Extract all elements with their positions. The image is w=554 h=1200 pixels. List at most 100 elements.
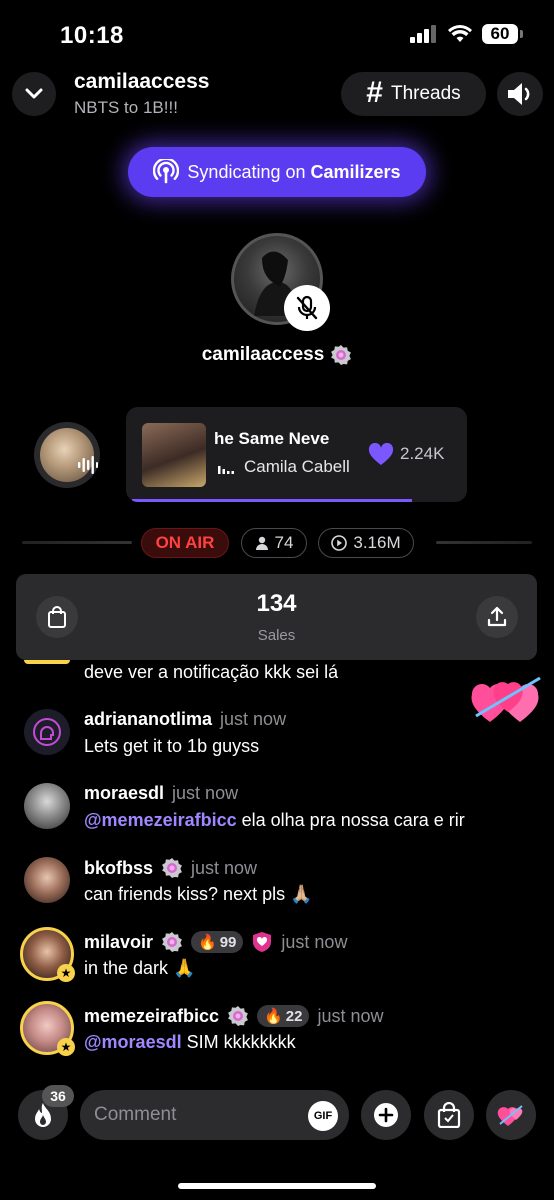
mic-off-icon xyxy=(296,295,318,320)
verified-icon xyxy=(228,1006,248,1026)
comment-avatar[interactable] xyxy=(24,857,70,903)
comment-header: memezeirafbicc 🔥 22 just now xyxy=(84,1005,384,1027)
sales-label: Sales xyxy=(257,627,296,644)
comment-text: in the dark 🙏 xyxy=(84,958,196,978)
comment-username[interactable]: moraesdl xyxy=(84,783,164,804)
comment-text: @moraesdl SIM kkkkkkkk xyxy=(84,1032,296,1053)
comment-header: milavoir 🔥 99 just now xyxy=(84,931,347,953)
comment-header: adriananotlima just now xyxy=(84,709,286,730)
divider-left xyxy=(22,541,132,544)
playback-progress-bar xyxy=(132,499,412,502)
comment-text: can friends kiss? next pls 🙏🏼 xyxy=(84,884,313,904)
space-title: NBTS to 1B!!! xyxy=(74,98,178,117)
mention-link[interactable]: @moraesdl xyxy=(84,1032,182,1052)
streak-count: 36 xyxy=(42,1085,74,1107)
wifi-icon xyxy=(448,25,472,42)
sales-bar: 134 Sales xyxy=(16,574,537,660)
host-name: camilaaccess xyxy=(74,70,210,93)
verified-icon xyxy=(162,932,182,952)
play-count-chip: 3.16M xyxy=(318,528,414,558)
comment-text: Lets get it to 1b guyss xyxy=(84,736,260,756)
speaker-icon xyxy=(508,83,530,105)
shop-bottom-button[interactable] xyxy=(424,1090,474,1140)
comment-avatar[interactable]: ★ xyxy=(20,1001,75,1056)
comment-username[interactable]: milavoir xyxy=(84,932,153,953)
verified-icon xyxy=(162,858,182,878)
comment-username[interactable]: memezeirafbicc xyxy=(84,1006,219,1027)
now-playing-card[interactable]: he Same Neve Camila Cabell 2.24K xyxy=(126,407,467,502)
comment-avatar-partial xyxy=(24,660,70,664)
host-label: camilaaccess xyxy=(0,344,554,366)
floating-hearts-icon xyxy=(471,676,541,722)
comment-username[interactable]: bkofbss xyxy=(84,858,153,879)
status-time: 10:18 xyxy=(60,22,124,49)
threads-label: Threads xyxy=(390,83,461,104)
home-indicator xyxy=(178,1183,376,1189)
head-icon xyxy=(33,718,61,746)
hearts-icon xyxy=(497,1105,523,1126)
heart-shield-icon xyxy=(253,932,272,952)
comment-header: bkofbss just now xyxy=(84,857,257,879)
sales-count: 134 xyxy=(256,590,297,617)
fire-badge: 🔥 22 xyxy=(257,1005,310,1027)
verified-icon xyxy=(331,345,352,365)
fire-count: 22 xyxy=(285,1007,303,1025)
song-artist: Camila Cabell xyxy=(244,457,350,476)
listener-count: 74 xyxy=(274,533,294,552)
star-icon: ★ xyxy=(57,964,75,982)
mention-link[interactable]: @memezeirafbicc xyxy=(84,810,237,830)
status-icons: 60 xyxy=(410,24,523,44)
sync-text: Syndicating on Camilizers xyxy=(187,161,401,182)
fire-icon: 🔥 xyxy=(198,934,217,951)
comment-body: SIM kkkkkkkk xyxy=(181,1032,296,1052)
syndicating-badge[interactable]: Syndicating on Camilizers xyxy=(128,147,426,197)
collapse-button[interactable] xyxy=(12,72,56,116)
cellular-signal-icon xyxy=(410,25,436,43)
share-icon xyxy=(487,606,507,627)
reaction-button[interactable] xyxy=(486,1090,536,1140)
fire-count: 99 xyxy=(219,933,237,951)
like-count: 2.24K xyxy=(400,444,445,463)
comment-avatar[interactable] xyxy=(24,783,70,829)
comment-time: just now xyxy=(191,857,258,878)
threads-button[interactable]: # Threads xyxy=(341,72,486,116)
shopping-bag-icon xyxy=(437,1102,461,1128)
equalizer-icon xyxy=(218,466,234,474)
comment-time: just now xyxy=(317,1005,384,1026)
comment-body: ela olha pra nossa cara e rir xyxy=(236,810,465,830)
comment-time: just now xyxy=(220,709,287,729)
muted-indicator xyxy=(284,285,330,331)
host-username: camilaaccess xyxy=(201,344,325,366)
comment-text: deve ver a notificação kkk sei lá xyxy=(84,662,339,682)
listener-avatar[interactable] xyxy=(34,422,100,488)
add-button[interactable] xyxy=(361,1090,411,1140)
star-icon: ★ xyxy=(57,1038,75,1056)
gif-button[interactable]: GIF xyxy=(308,1101,338,1131)
chevron-down-icon xyxy=(25,88,43,99)
comment-header: moraesdl just now xyxy=(84,783,238,804)
listener-count-chip[interactable]: 74 xyxy=(241,528,307,558)
hash-icon: # xyxy=(366,76,383,109)
comment-text: @memezeirafbicc ela olha pra nossa cara … xyxy=(84,810,465,831)
comment-username[interactable]: adriananotlima xyxy=(84,709,212,730)
heart-icon[interactable] xyxy=(368,443,394,467)
audio-wave-icon xyxy=(78,456,98,474)
battery-indicator: 60 xyxy=(482,24,523,44)
comment-time: just now xyxy=(281,931,348,952)
song-title: he Same Neve xyxy=(214,429,330,448)
comment-avatar[interactable]: ★ xyxy=(20,927,75,982)
comment-time: just now xyxy=(172,783,239,803)
comment-avatar[interactable] xyxy=(24,709,70,755)
fire-icon: 🔥 xyxy=(264,1008,283,1025)
podcast-icon xyxy=(153,159,180,184)
play-icon xyxy=(331,535,348,551)
share-button[interactable] xyxy=(476,596,518,638)
user-icon xyxy=(255,536,268,550)
album-art xyxy=(142,423,206,487)
plus-icon xyxy=(374,1103,398,1127)
sound-button[interactable] xyxy=(497,72,543,116)
play-count: 3.16M xyxy=(353,533,401,552)
on-air-badge: ON AIR xyxy=(141,528,229,558)
fire-badge: 🔥 99 xyxy=(191,931,244,953)
divider-right xyxy=(436,541,532,544)
